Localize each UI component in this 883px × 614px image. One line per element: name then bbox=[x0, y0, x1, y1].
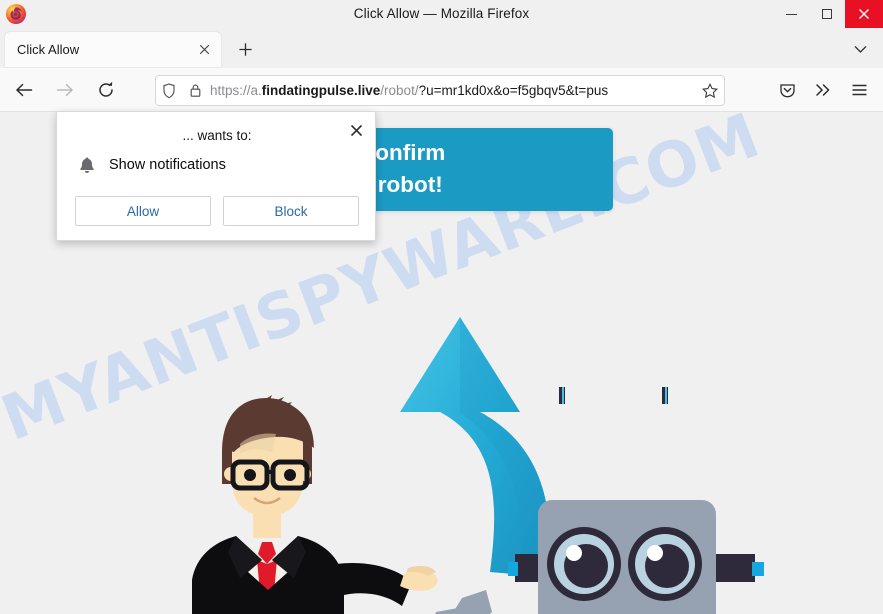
close-window-button[interactable] bbox=[845, 0, 883, 28]
minimize-button[interactable] bbox=[773, 0, 809, 28]
list-all-tabs-button[interactable] bbox=[847, 37, 873, 61]
curved-up-arrow-icon bbox=[400, 317, 550, 577]
tab-close-button[interactable] bbox=[193, 39, 215, 61]
navigation-toolbar: https://a.findatingpulse.live/robot/?u=m… bbox=[0, 68, 883, 112]
forward-button[interactable] bbox=[48, 75, 82, 105]
back-button[interactable] bbox=[7, 75, 41, 105]
dialog-actions: Allow Block bbox=[75, 196, 359, 226]
dialog-title: ... wants to: bbox=[182, 128, 252, 143]
bell-icon bbox=[75, 156, 99, 174]
window-controls bbox=[773, 0, 883, 28]
hamburger-menu-icon bbox=[852, 84, 866, 96]
permission-row: Show notifications bbox=[75, 156, 226, 174]
firefox-window: Click Allow — Mozilla Firefox Click Allo… bbox=[0, 0, 883, 614]
close-icon bbox=[859, 9, 869, 19]
dialog-close-button[interactable] bbox=[345, 119, 367, 141]
tab-title: Click Allow bbox=[17, 42, 80, 57]
notification-permission-dialog: ... wants to: Show notifications Allow B… bbox=[56, 111, 376, 241]
reload-button[interactable] bbox=[89, 75, 123, 105]
businessman-pointing-illustration bbox=[192, 395, 438, 614]
new-tab-button[interactable] bbox=[232, 37, 258, 61]
arrow-right-icon bbox=[56, 83, 74, 96]
permission-label: Show notifications bbox=[109, 157, 226, 173]
arrow-left-icon bbox=[15, 83, 33, 96]
overflow-menu-button[interactable] bbox=[805, 75, 841, 105]
close-icon bbox=[199, 44, 209, 55]
maximize-button[interactable] bbox=[809, 0, 845, 28]
toolbar-icons bbox=[769, 75, 877, 105]
application-menu-button[interactable] bbox=[841, 75, 877, 105]
address-bar[interactable]: https://a.findatingpulse.live/robot/?u=m… bbox=[155, 75, 725, 106]
double-chevron-right-icon bbox=[816, 84, 830, 96]
star-icon bbox=[702, 82, 718, 98]
bookmark-star-button[interactable] bbox=[696, 82, 724, 99]
window-title: Click Allow — Mozilla Firefox bbox=[353, 6, 530, 21]
shield-icon[interactable] bbox=[156, 82, 182, 99]
pocket-icon[interactable] bbox=[769, 75, 805, 105]
close-icon bbox=[350, 124, 362, 136]
block-button[interactable]: Block bbox=[223, 196, 359, 226]
url-text[interactable]: https://a.findatingpulse.live/robot/?u=m… bbox=[210, 83, 696, 98]
reload-icon bbox=[99, 81, 113, 97]
allow-button[interactable]: Allow bbox=[75, 196, 211, 226]
browser-tab[interactable]: Click Allow bbox=[5, 32, 221, 67]
lock-icon[interactable] bbox=[182, 83, 208, 98]
window-titlebar: Click Allow — Mozilla Firefox bbox=[0, 0, 883, 28]
tab-strip: Click Allow bbox=[0, 28, 883, 68]
chevron-down-icon bbox=[854, 45, 866, 53]
plus-icon bbox=[238, 42, 252, 56]
